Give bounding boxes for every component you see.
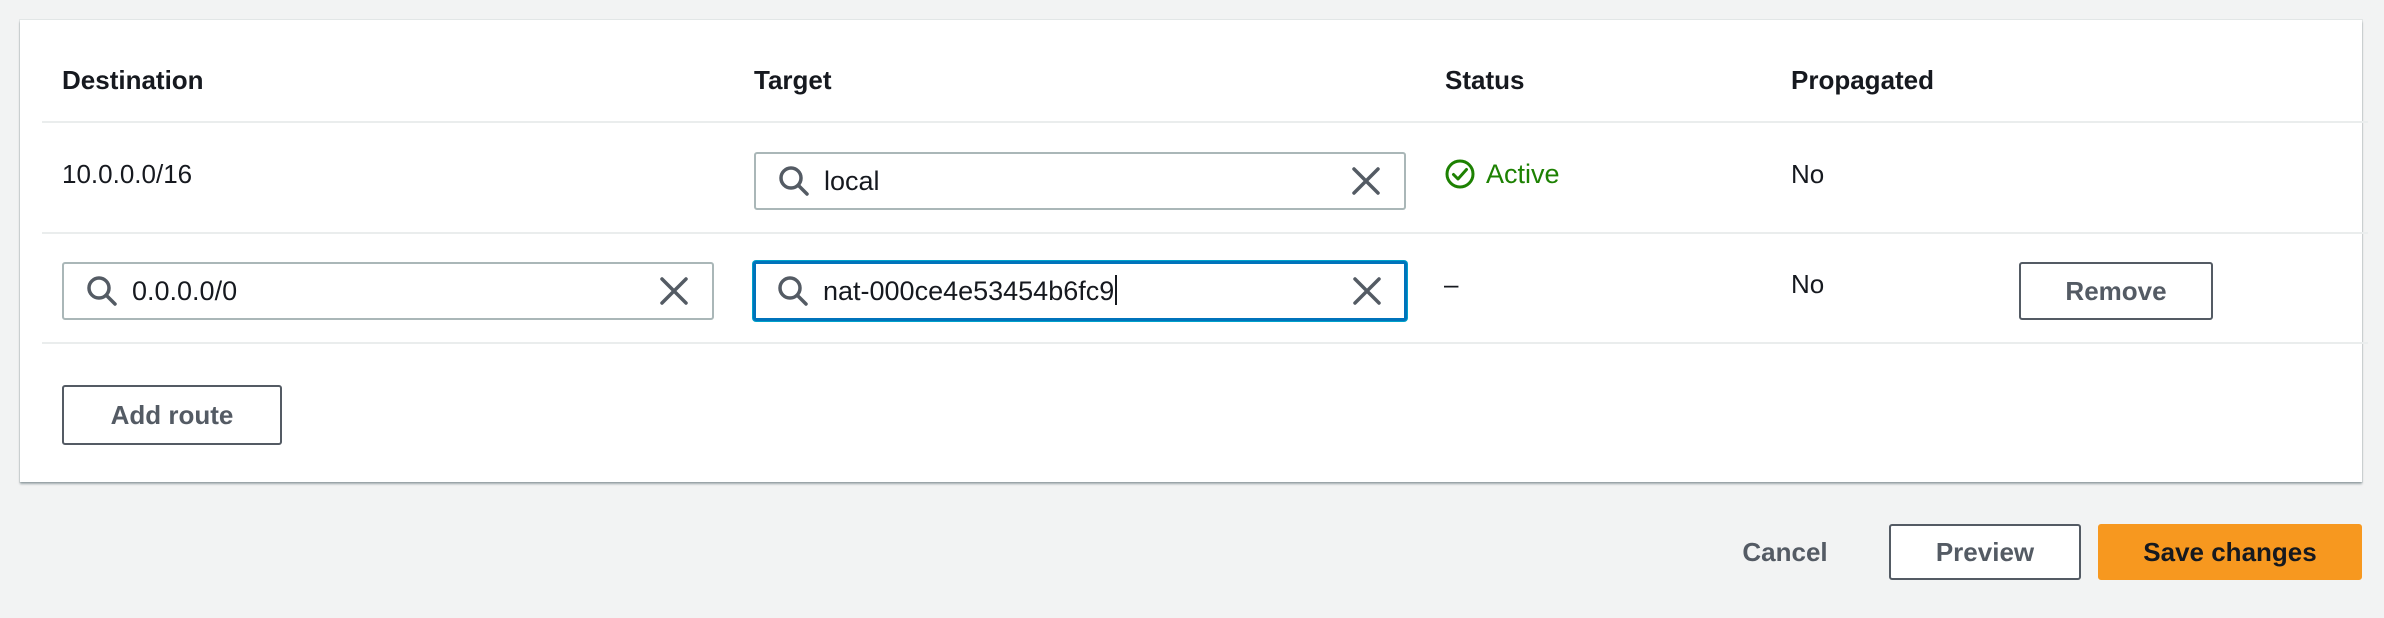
search-icon: [779, 166, 809, 196]
row-divider: [42, 342, 2368, 344]
remove-button[interactable]: Remove: [2019, 262, 2213, 320]
row-divider: [42, 232, 2368, 234]
target-input-value[interactable]: local: [824, 163, 1346, 199]
column-header-propagated: Propagated: [1791, 65, 1935, 95]
check-circle-icon: [1445, 159, 1475, 189]
destination-field[interactable]: 0.0.0.0/0: [62, 262, 714, 320]
target-field[interactable]: nat-000ce4e53454b6fc9: [753, 261, 1407, 321]
search-icon: [87, 276, 117, 306]
header-divider: [42, 121, 2368, 123]
save-changes-button[interactable]: Save changes: [2098, 524, 2362, 580]
status-text: Active: [1486, 159, 1560, 189]
search-icon: [778, 276, 808, 306]
propagated-text: No: [1791, 159, 1825, 189]
status-text: –: [1444, 269, 1459, 299]
routes-panel: Destination Target Status Propagated 10.…: [20, 20, 2368, 482]
column-header-status: Status: [1445, 65, 1525, 95]
close-icon[interactable]: [654, 271, 694, 311]
propagated-text: No: [1791, 269, 1825, 299]
cancel-button[interactable]: Cancel: [1720, 524, 1850, 580]
status-badge: Active: [1444, 156, 1560, 192]
column-header-destination: Destination: [62, 65, 204, 95]
preview-button[interactable]: Preview: [1889, 524, 2081, 580]
destination-input-value[interactable]: 0.0.0.0/0: [132, 273, 654, 309]
add-route-button[interactable]: Add route: [62, 385, 282, 445]
text-cursor: [1115, 275, 1118, 305]
route-destination-text: 10.0.0.0/16: [62, 159, 193, 189]
close-icon[interactable]: [1346, 161, 1386, 201]
target-field[interactable]: local: [754, 152, 1406, 210]
column-header-target: Target: [754, 65, 832, 95]
target-input-value[interactable]: nat-000ce4e53454b6fc9: [823, 273, 1347, 309]
close-icon[interactable]: [1347, 271, 1387, 311]
